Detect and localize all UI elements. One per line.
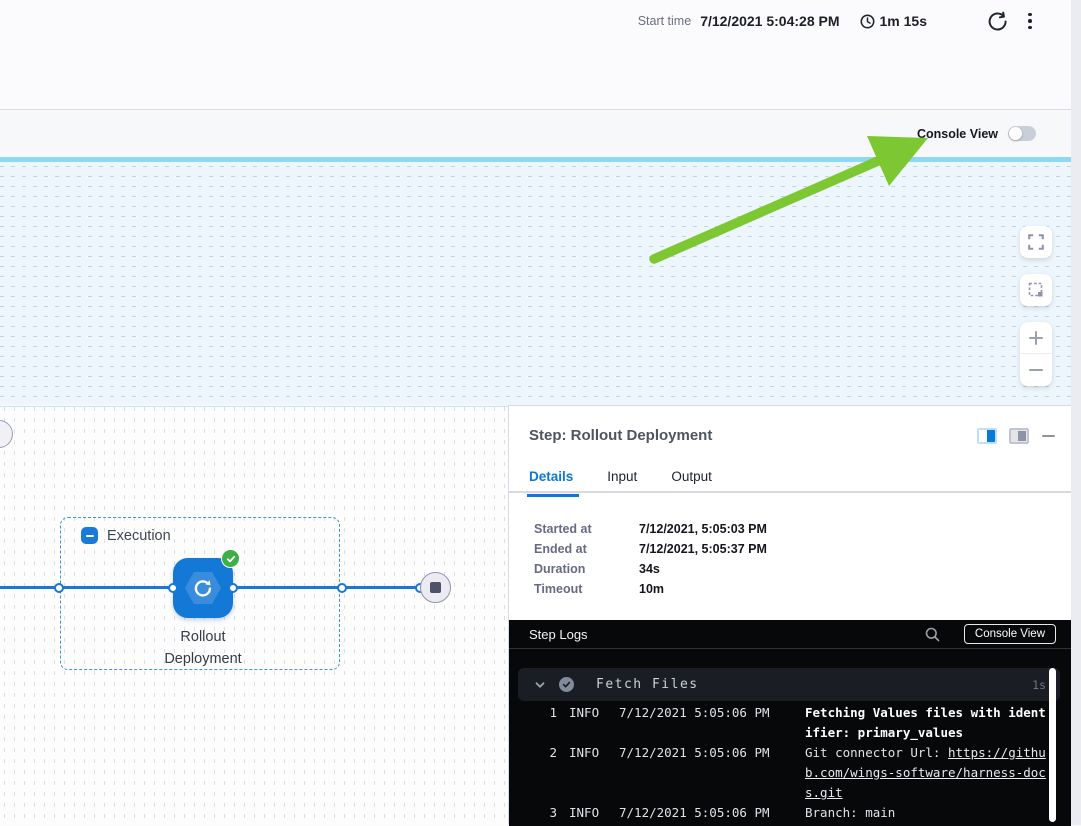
marquee-select-button[interactable] xyxy=(1020,274,1052,306)
log-level: INFO xyxy=(569,703,605,743)
step-node-label: Rollout Deployment xyxy=(123,626,283,670)
detail-label: Duration xyxy=(534,562,639,576)
log-message: Fetching Values files with identifier: p… xyxy=(805,703,1053,743)
rollout-step-node[interactable] xyxy=(173,558,233,618)
detail-label: Timeout xyxy=(534,582,639,596)
log-line: 3 INFO 7/12/2021 5:05:06 PM Branch: main xyxy=(509,803,1071,823)
log-num: 1 xyxy=(509,703,557,743)
detail-label: Ended at xyxy=(534,542,639,556)
detail-row: Duration34s xyxy=(534,559,767,579)
start-time-label: Start time xyxy=(638,14,692,28)
connector-dot xyxy=(228,583,238,593)
panel-title: Step: Rollout Deployment xyxy=(529,427,712,444)
log-line: 2 INFO 7/12/2021 5:05:06 PM Git connector U… xyxy=(509,743,1071,803)
clock-icon xyxy=(860,14,875,29)
log-section-name: Fetch Files xyxy=(596,677,699,692)
minus-icon xyxy=(1028,362,1044,378)
zoom-in-button[interactable] xyxy=(1020,322,1052,354)
detail-value: 7/12/2021, 5:05:37 PM xyxy=(639,542,767,556)
marquee-select-icon xyxy=(1028,282,1044,298)
hexagon-shape xyxy=(185,572,221,604)
tab-divider xyxy=(509,491,1071,493)
stage-toolbar: Console View xyxy=(0,111,1071,157)
console-view-toggle[interactable] xyxy=(1008,126,1036,141)
kebab-menu-button[interactable] xyxy=(1019,8,1041,34)
log-line: 1 INFO 7/12/2021 5:05:06 PM Fetching Values… xyxy=(509,703,1071,743)
step-logs-title: Step Logs xyxy=(529,627,588,642)
detail-value: 7/12/2021, 5:05:03 PM xyxy=(639,522,767,536)
log-time: 7/12/2021 5:05:06 PM xyxy=(619,803,771,823)
execution-group-label: Execution xyxy=(107,528,171,544)
console-view-button[interactable]: Console View xyxy=(964,624,1056,644)
log-section-header[interactable]: Fetch Files 1s xyxy=(518,668,1060,701)
stop-node[interactable] xyxy=(420,572,451,603)
split-view-bottom-icon[interactable] xyxy=(1009,428,1029,444)
console-view-label: Console View xyxy=(917,127,998,141)
connector-dot xyxy=(337,583,347,593)
toggle-knob xyxy=(1009,127,1022,140)
step-node-label-line2: Deployment xyxy=(123,648,283,670)
pipeline-canvas-upper[interactable] xyxy=(0,162,1071,405)
log-time: 7/12/2021 5:05:06 PM xyxy=(619,703,771,743)
fullscreen-button[interactable] xyxy=(1020,226,1052,258)
rollout-refresh-icon xyxy=(193,578,213,598)
connector-dot xyxy=(168,583,178,593)
step-logs-header: Step Logs Console View xyxy=(509,620,1071,649)
detail-row: Ended at7/12/2021, 5:05:37 PM xyxy=(534,539,767,559)
refresh-icon xyxy=(988,11,1008,31)
refresh-button[interactable] xyxy=(985,8,1011,34)
pipeline-execution-page: Start time 7/12/2021 5:04:28 PM 1m 15s C… xyxy=(0,0,1081,825)
detail-value: 10m xyxy=(639,582,664,596)
search-icon xyxy=(925,627,940,642)
zoom-controls xyxy=(1020,322,1052,386)
connector-dot xyxy=(54,583,64,593)
log-level: INFO xyxy=(569,743,605,803)
check-icon xyxy=(226,554,236,564)
detail-row: Started at7/12/2021, 5:05:03 PM xyxy=(534,519,767,539)
log-search-button[interactable] xyxy=(925,627,940,642)
start-time-value: 7/12/2021 5:04:28 PM xyxy=(700,13,839,29)
detail-value: 34s xyxy=(639,562,660,576)
plus-icon xyxy=(1028,330,1044,346)
log-time: 7/12/2021 5:05:06 PM xyxy=(619,743,771,803)
elapsed-duration: 1m 15s xyxy=(860,13,927,29)
status-check-icon xyxy=(559,677,574,692)
log-message: Branch: main xyxy=(805,803,1053,823)
logs-body: Fetch Files 1s 1 INFO 7/12/2021 5:05:06 PM… xyxy=(509,650,1071,826)
stop-square-icon xyxy=(430,582,441,593)
log-num: 2 xyxy=(509,743,557,803)
detail-row: Timeout10m xyxy=(534,579,767,599)
detail-label: Started at xyxy=(534,522,639,536)
log-section-duration: 1s xyxy=(1032,678,1046,692)
log-link[interactable]: https://github.com/wings-software/harnes… xyxy=(805,745,1046,800)
log-lines: 1 INFO 7/12/2021 5:05:06 PM Fetching Values… xyxy=(509,703,1071,823)
log-message: Git connector Url: https://github.com/wi… xyxy=(805,743,1053,803)
log-scrollbar-thumb[interactable] xyxy=(1049,668,1056,822)
collapse-group-button[interactable] xyxy=(81,527,98,544)
execution-header: Start time 7/12/2021 5:04:28 PM 1m 15s xyxy=(0,0,1071,110)
minus-icon xyxy=(86,535,94,537)
fullscreen-icon xyxy=(1028,234,1044,250)
step-details-list: Started at7/12/2021, 5:05:03 PMEnded at7… xyxy=(534,519,767,599)
step-node-label-line1: Rollout xyxy=(123,626,283,648)
zoom-out-button[interactable] xyxy=(1020,354,1052,386)
split-view-right-icon[interactable] xyxy=(977,428,997,444)
chevron-down-icon xyxy=(534,679,546,691)
minus-icon xyxy=(1042,435,1055,438)
step-logs-section: Step Logs Console View Fetch Files xyxy=(509,620,1071,826)
success-badge-icon xyxy=(221,549,240,568)
minimize-panel-button[interactable] xyxy=(1041,429,1055,443)
log-level: INFO xyxy=(569,803,605,823)
page-scrollbar-gutter[interactable] xyxy=(1071,0,1081,825)
elapsed-value: 1m 15s xyxy=(880,13,927,29)
log-num: 3 xyxy=(509,803,557,823)
step-details-panel: Step: Rollout Deployment DetailsInputOut… xyxy=(508,405,1071,825)
